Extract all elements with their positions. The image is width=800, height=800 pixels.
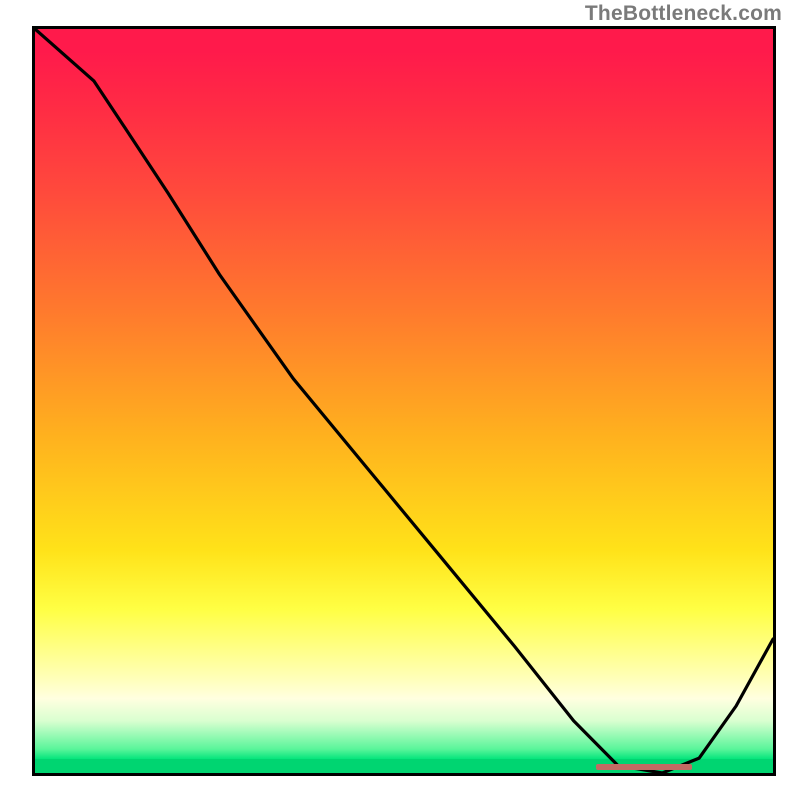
bottleneck-curve	[35, 29, 773, 773]
minimum-marker	[596, 764, 692, 770]
chart-stage: TheBottleneck.com	[0, 0, 800, 800]
plot-area	[32, 26, 776, 776]
watermark-label: TheBottleneck.com	[585, 2, 782, 26]
